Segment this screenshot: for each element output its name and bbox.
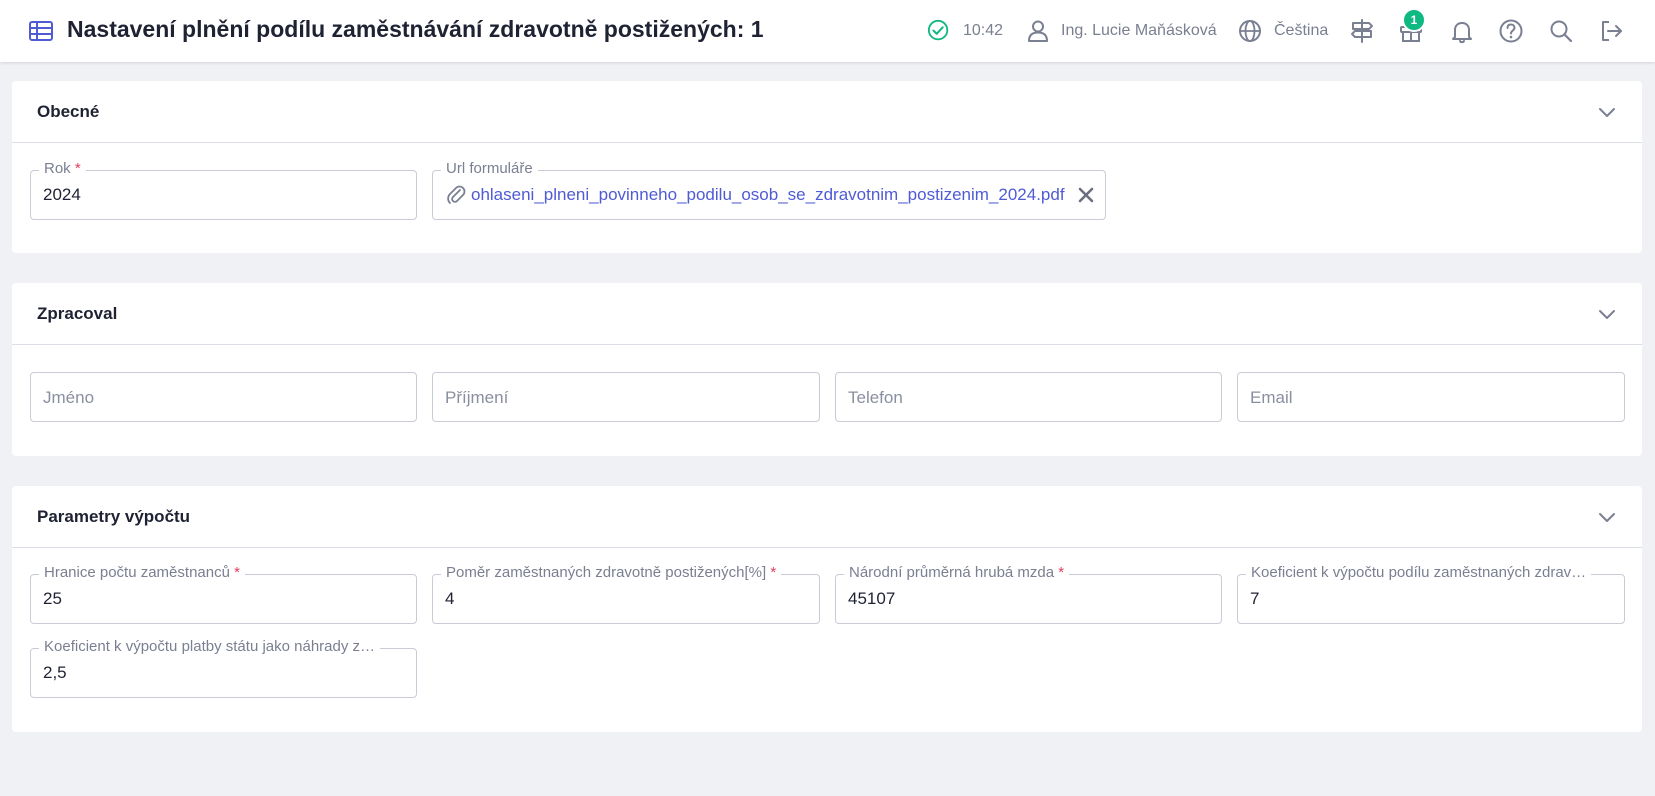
phone-placeholder: Telefon (848, 388, 903, 407)
employee-limit-label: Hranice počtu zaměstnanců (44, 564, 230, 581)
language-label: Čeština (1274, 22, 1329, 39)
national-wage-label: Národní průměrná hrubá mzda (849, 564, 1055, 581)
employee-limit-field[interactable]: Hranice počtu zaměstnanců * 25 (30, 564, 417, 624)
share-coefficient-field[interactable]: Koeficient k výpočtu podílu zaměstnaných… (1237, 564, 1625, 624)
user-name: Ing. Lucie Maňásková (1061, 22, 1217, 39)
section-title: Parametry výpočtu (37, 507, 191, 526)
disabled-ratio-value: 4 (445, 589, 455, 608)
last-name-placeholder: Příjmení (445, 388, 509, 407)
notifications-button[interactable] (1449, 0, 1475, 62)
globe-icon (1239, 20, 1261, 42)
section-processed-by: Zpracoval Jméno Příjmení Telefon Email (12, 283, 1642, 456)
employee-limit-value: 25 (43, 589, 62, 608)
year-value: 2024 (43, 185, 81, 204)
share-coefficient-value: 7 (1250, 589, 1260, 608)
language-selector[interactable]: Čeština (1237, 0, 1328, 62)
email-field[interactable]: Email (1237, 372, 1625, 422)
chevron-down-icon[interactable] (1596, 303, 1618, 325)
logout-button[interactable] (1598, 0, 1624, 62)
section-title: Zpracoval (37, 304, 118, 323)
check-circle-icon (927, 19, 949, 41)
close-icon[interactable] (1077, 186, 1095, 204)
chevron-down-icon[interactable] (1596, 101, 1618, 123)
year-label: Rok (44, 160, 71, 177)
first-name-placeholder: Jméno (43, 388, 95, 407)
sync-status (927, 0, 951, 62)
disabled-ratio-label: Poměr zaměstnaných zdravotně postižených… (446, 564, 767, 581)
section-processed-by-header[interactable]: Zpracoval (12, 283, 1642, 345)
form-url-link[interactable]: ohlaseni_plneni_povinneho_podilu_osob_se… (471, 185, 1065, 205)
top-bar: Nastavení plnění podílu zaměstnávání zdr… (0, 0, 1655, 62)
section-title: Obecné (37, 102, 100, 121)
form-url-field[interactable]: Url formuláře ohlaseni_plneni_povinneho_… (432, 160, 1106, 220)
first-name-field[interactable]: Jméno (30, 372, 417, 422)
national-wage-field[interactable]: Národní průměrná hrubá mzda * 45107 (835, 564, 1222, 624)
required-marker: * (234, 564, 240, 581)
state-payment-coefficient-label: Koeficient k výpočtu platby státu jako n… (39, 638, 381, 655)
page-title: Nastavení plnění podílu zaměstnávání zdr… (67, 16, 764, 42)
state-payment-coefficient-field[interactable]: Koeficient k výpočtu platby státu jako n… (30, 638, 417, 698)
year-field[interactable]: Rok * 2024 (30, 160, 417, 220)
email-placeholder: Email (1250, 388, 1293, 407)
required-marker: * (74, 160, 81, 177)
logout-icon (1602, 21, 1622, 41)
section-general: Obecné Rok * 2024 Url formuláře ohlaseni… (12, 81, 1642, 253)
user-icon (1028, 20, 1048, 42)
state-payment-coefficient-value: 2,5 (43, 663, 67, 682)
section-calc-params: Parametry výpočtu Hranice počtu zaměstna… (12, 486, 1642, 732)
gift-badge: 1 (1402, 8, 1426, 32)
table-icon (29, 21, 53, 41)
disabled-ratio-field[interactable]: Poměr zaměstnaných zdravotně postižených… (432, 564, 820, 624)
required-marker: * (1058, 564, 1065, 581)
signpost-button[interactable] (1349, 0, 1375, 62)
chevron-down-icon[interactable] (1596, 506, 1618, 528)
signpost-icon (1351, 19, 1373, 43)
last-name-field[interactable]: Příjmení (432, 372, 820, 422)
bell-icon (1452, 22, 1472, 44)
phone-field[interactable]: Telefon (835, 372, 1222, 422)
clock-time: 10:42 (963, 22, 1004, 39)
share-coefficient-label: Koeficient k výpočtu podílu zaměstnaných… (1246, 564, 1592, 581)
help-button[interactable] (1498, 0, 1524, 62)
section-general-header[interactable]: Obecné (12, 81, 1642, 143)
required-marker: * (770, 564, 777, 581)
help-icon (1499, 19, 1523, 43)
search-button[interactable] (1548, 0, 1574, 62)
paperclip-icon (447, 185, 466, 204)
section-calc-params-header[interactable]: Parametry výpočtu (12, 486, 1642, 548)
form-url-label: Url formuláře (441, 160, 538, 177)
user-menu[interactable]: Ing. Lucie Maňásková (1025, 0, 1217, 62)
search-icon (1550, 20, 1573, 43)
national-wage-value: 45107 (848, 589, 896, 608)
